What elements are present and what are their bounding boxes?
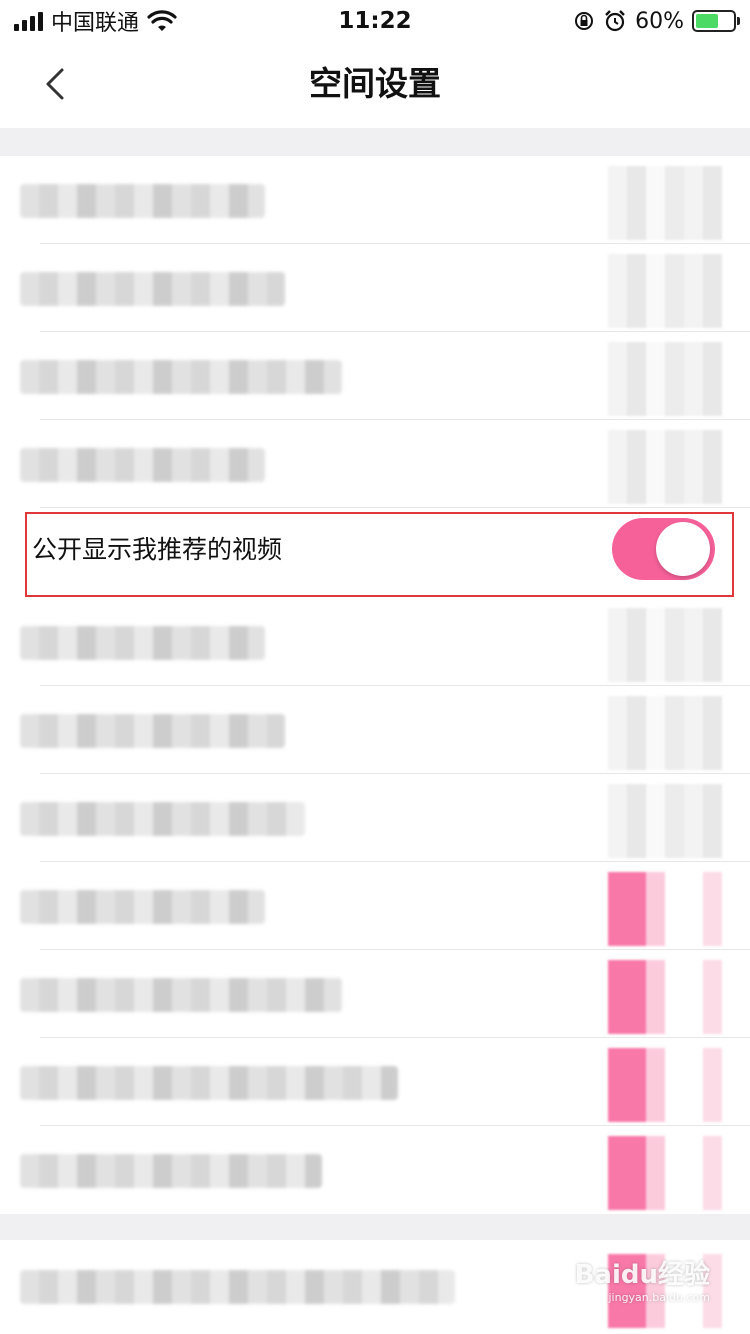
settings-row-obscured[interactable] bbox=[0, 420, 750, 508]
watermark-url: jingyan.baidu.com bbox=[608, 1291, 710, 1304]
settings-row-obscured[interactable] bbox=[0, 1126, 750, 1214]
section-separator bbox=[0, 128, 750, 156]
settings-row-obscured[interactable] bbox=[0, 598, 750, 686]
status-bar: 中国联通 11:22 60% bbox=[0, 0, 750, 42]
settings-row-obscured[interactable] bbox=[0, 950, 750, 1038]
orientation-lock-icon bbox=[575, 12, 594, 30]
battery-charging-icon bbox=[692, 10, 740, 32]
settings-row-obscured[interactable] bbox=[0, 774, 750, 862]
settings-row-obscured[interactable] bbox=[0, 156, 750, 244]
settings-row-recommended-videos[interactable]: 公开显示我推荐的视频 bbox=[0, 508, 750, 598]
alarm-icon bbox=[605, 10, 625, 32]
settings-row-obscured[interactable] bbox=[0, 332, 750, 420]
recommended-videos-label: 公开显示我推荐的视频 bbox=[32, 535, 283, 564]
page-title: 空间设置 bbox=[309, 64, 441, 103]
recommended-videos-toggle[interactable] bbox=[612, 518, 715, 580]
watermark: Baidu经验 jingyan.baidu.com bbox=[575, 1254, 710, 1304]
settings-row-obscured[interactable] bbox=[0, 862, 750, 950]
toggle-knob bbox=[656, 522, 710, 576]
settings-row-obscured[interactable] bbox=[0, 244, 750, 332]
settings-row-obscured[interactable] bbox=[0, 686, 750, 774]
settings-row-obscured[interactable] bbox=[0, 1038, 750, 1126]
watermark-brand: Baidu经验 bbox=[574, 1260, 710, 1290]
battery-percent: 60% bbox=[635, 8, 684, 34]
status-right: 60% bbox=[573, 6, 740, 36]
section-separator bbox=[0, 1214, 750, 1240]
nav-bar: 空间设置 bbox=[0, 42, 750, 128]
